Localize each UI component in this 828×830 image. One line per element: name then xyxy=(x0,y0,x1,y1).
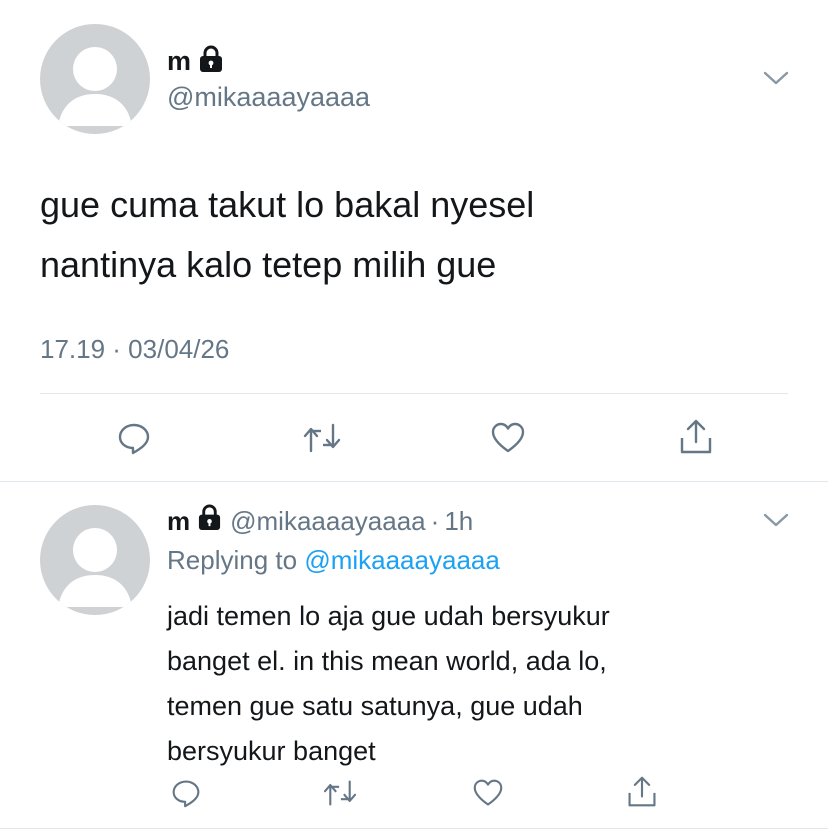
heart-icon xyxy=(473,779,503,806)
default-avatar-icon xyxy=(58,47,132,126)
heart-icon xyxy=(491,422,525,453)
lock-icon xyxy=(197,504,222,538)
main-tweet-text-line: nantinya kalo tetep milih gue xyxy=(40,244,497,285)
share-icon xyxy=(680,419,712,454)
main-tweet-text-line: gue cuma takut lo bakal nyesel xyxy=(40,184,535,225)
share-icon xyxy=(628,776,656,807)
retweet-icon xyxy=(323,780,357,806)
reply-text-line: bersyukur banget xyxy=(167,736,376,766)
main-tweet-author[interactable]: m xyxy=(167,44,224,78)
main-tweet-handle[interactable]: @mikaaaayaaaa xyxy=(167,82,370,113)
reply-like-button[interactable] xyxy=(470,775,506,811)
lock-icon xyxy=(198,45,224,78)
reply-separator: · xyxy=(430,505,440,536)
default-avatar-icon xyxy=(58,528,132,607)
reply-retweet-button[interactable] xyxy=(320,775,360,811)
retweet-button[interactable] xyxy=(300,418,344,458)
reply-text: jadi temen lo aja gue udah bersyukur ban… xyxy=(167,594,610,774)
replying-to-handle-link[interactable]: @mikaaaayaaaa xyxy=(304,545,500,575)
chevron-down-icon[interactable] xyxy=(762,510,790,530)
reply-handle[interactable]: @mikaaaayaaaa xyxy=(230,506,426,537)
reply-button[interactable] xyxy=(114,418,154,458)
comment-icon xyxy=(172,780,200,808)
share-button[interactable] xyxy=(676,416,716,458)
main-tweet-timestamp[interactable]: 17.19 · 03/04/26 xyxy=(40,334,229,365)
reply-text-line: temen gue satu satunya, gue udah xyxy=(167,691,583,721)
reply-text-line: banget el. in this mean world, ada lo, xyxy=(167,646,607,676)
reply-share-button[interactable] xyxy=(624,773,660,811)
comment-icon xyxy=(118,423,150,455)
reply-avatar[interactable] xyxy=(40,505,150,615)
divider xyxy=(40,393,788,394)
retweet-icon xyxy=(303,423,341,453)
main-tweet-text: gue cuma takut lo bakal nyesel nantinya … xyxy=(40,175,534,295)
replying-to-label: Replying to xyxy=(167,545,298,575)
bottom-divider xyxy=(0,828,828,829)
reply-display-name[interactable]: m xyxy=(167,506,190,537)
reply-time[interactable]: 1h xyxy=(444,506,473,537)
reply-reply-button[interactable] xyxy=(168,775,204,811)
main-tweet-avatar[interactable] xyxy=(40,24,150,134)
main-tweet-display-name: m xyxy=(167,45,192,76)
reply-header: m @mikaaaayaaaa · 1h xyxy=(167,504,473,538)
tweet-separator xyxy=(0,481,828,482)
reply-text-line: jadi temen lo aja gue udah bersyukur xyxy=(167,601,610,631)
like-button[interactable] xyxy=(488,418,528,458)
replying-to: Replying to @mikaaaayaaaa xyxy=(167,545,500,576)
chevron-down-icon[interactable] xyxy=(762,68,790,88)
